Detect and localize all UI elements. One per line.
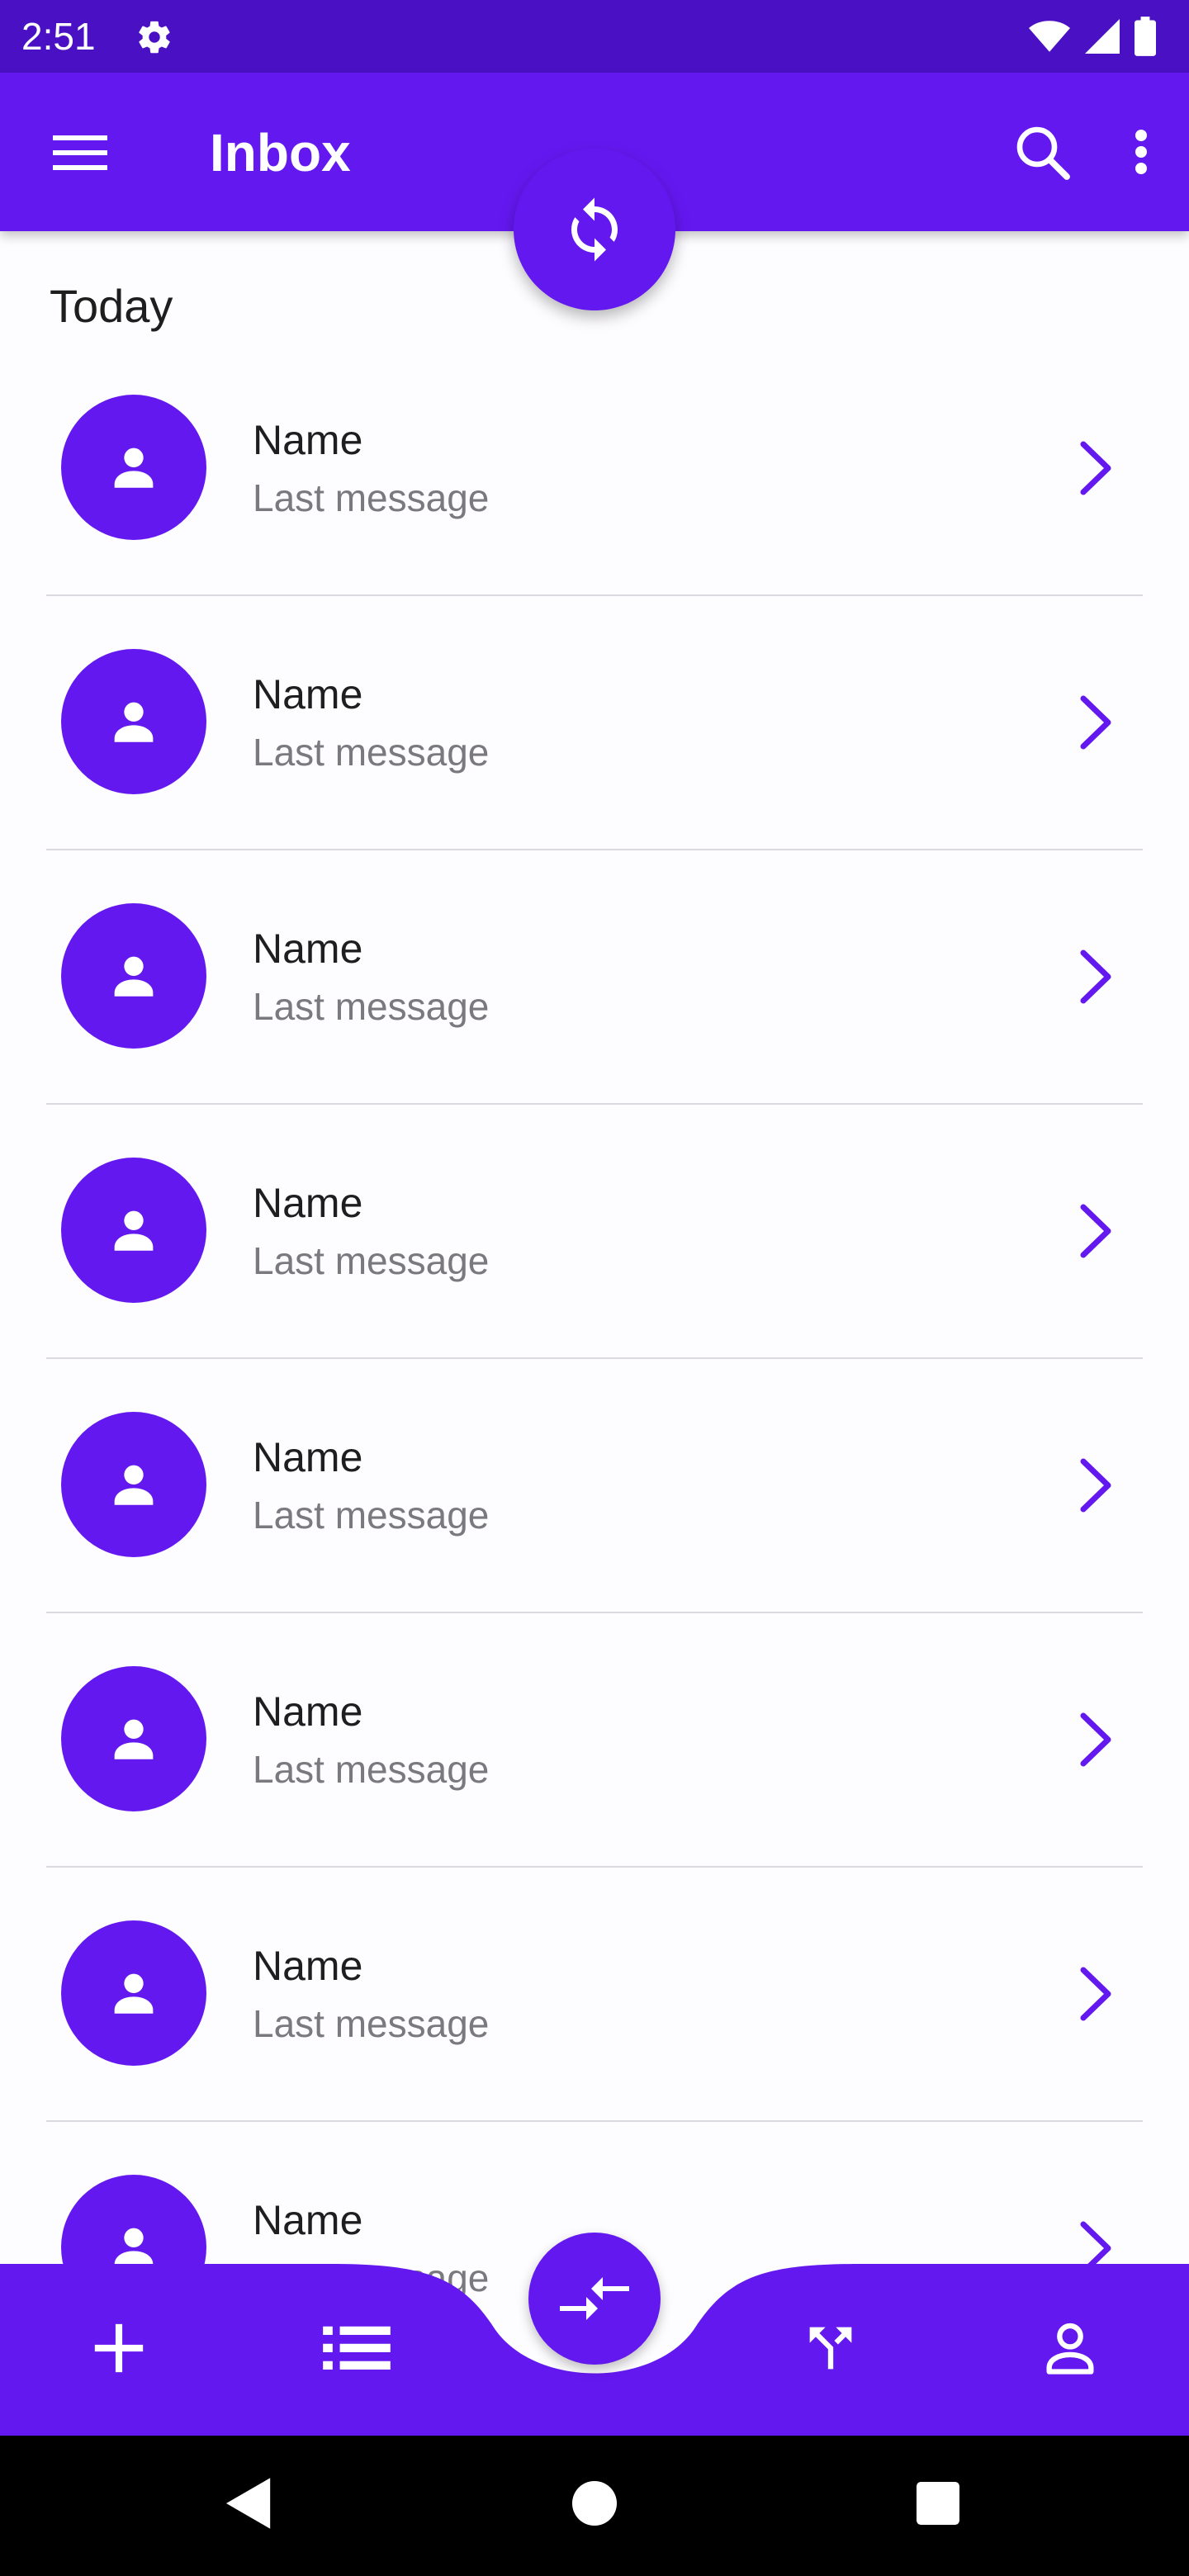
profile-button[interactable] <box>1021 2299 1120 2398</box>
list-item[interactable]: Name Last message <box>0 1359 1189 1613</box>
fork-icon <box>809 2327 852 2370</box>
avatar <box>61 395 206 540</box>
page-title: Inbox <box>210 123 351 182</box>
item-name: Name <box>253 417 363 463</box>
signal-icon <box>1085 19 1120 54</box>
avatar <box>61 1412 206 1557</box>
search-icon <box>1016 126 1070 180</box>
avatar <box>61 903 206 1049</box>
system-navigation-bar <box>0 2436 1189 2576</box>
list-button[interactable] <box>307 2299 406 2398</box>
menu-button[interactable] <box>45 125 116 180</box>
list-item[interactable]: Name Last message <box>0 342 1189 596</box>
search-button[interactable] <box>1009 119 1075 185</box>
list-item[interactable]: Name Last message <box>0 1613 1189 1868</box>
item-last-message: Last message <box>253 731 490 774</box>
inbox-list: Name Last message Name Last message Name… <box>0 342 1189 2376</box>
item-name: Name <box>253 1943 363 1989</box>
chevron-right-icon <box>1080 695 1111 750</box>
item-last-message: Last message <box>253 985 490 1028</box>
status-bar: 2:51 <box>0 0 1189 73</box>
add-button[interactable] <box>69 2299 168 2398</box>
home-button[interactable] <box>545 2454 644 2553</box>
add-icon <box>94 2323 144 2373</box>
home-icon <box>572 2481 617 2526</box>
item-name: Name <box>253 1180 363 1226</box>
chevron-right-icon <box>1080 441 1111 495</box>
avatar <box>61 1920 206 2066</box>
chevron-right-icon <box>1080 1204 1111 1258</box>
refresh-button[interactable] <box>514 149 675 310</box>
person-icon <box>114 1719 154 1759</box>
status-time: 2:51 <box>21 15 96 58</box>
refresh-icon <box>571 197 618 262</box>
chevron-right-icon <box>1080 1712 1111 1767</box>
avatar <box>61 1666 206 1811</box>
swap-button[interactable] <box>528 2233 661 2365</box>
person-icon <box>114 1973 154 2014</box>
battery-icon <box>1135 17 1156 56</box>
item-name: Name <box>253 1688 363 1735</box>
menu-icon <box>53 135 107 170</box>
avatar <box>61 649 206 794</box>
fork-button[interactable] <box>781 2299 880 2398</box>
item-last-message: Last message <box>253 1239 490 1282</box>
section-title-today: Today <box>50 280 173 332</box>
person-icon <box>114 702 154 742</box>
person-icon <box>114 1210 154 1251</box>
list-item[interactable]: Name Last message <box>0 1868 1189 2122</box>
person-icon <box>114 447 154 488</box>
item-last-message: Last message <box>253 1494 490 1537</box>
person-icon <box>114 956 154 997</box>
wifi-icon <box>1029 21 1070 52</box>
item-last-message: Last message <box>253 2002 490 2045</box>
item-name: Name <box>253 926 363 972</box>
chevron-right-icon <box>1080 1967 1111 2021</box>
more-vert-icon <box>1135 130 1147 174</box>
back-icon <box>226 2478 271 2529</box>
person-outline-icon <box>1046 2323 1094 2375</box>
list-icon <box>323 2326 391 2370</box>
item-last-message: Last message <box>253 476 490 519</box>
list-item[interactable]: Name Last message <box>0 1105 1189 1359</box>
list-item[interactable]: Name Last message <box>0 596 1189 850</box>
chevron-right-icon <box>1080 1458 1111 1513</box>
list-item[interactable]: Name Last message <box>0 850 1189 1105</box>
person-icon <box>114 1465 154 1505</box>
item-last-message: Last message <box>253 1748 490 1791</box>
back-button[interactable] <box>200 2454 299 2553</box>
recents-icon <box>917 2482 959 2525</box>
item-name: Name <box>253 671 363 717</box>
swap-icon <box>560 2277 629 2320</box>
item-name: Name <box>253 1434 363 1480</box>
more-options-button[interactable] <box>1123 119 1159 185</box>
status-icons <box>1029 15 1156 58</box>
chevron-right-icon <box>1080 949 1111 1004</box>
item-name: Name <box>253 2197 363 2243</box>
avatar <box>61 1158 206 1303</box>
recents-button[interactable] <box>888 2454 988 2553</box>
settings-icon <box>139 21 170 54</box>
